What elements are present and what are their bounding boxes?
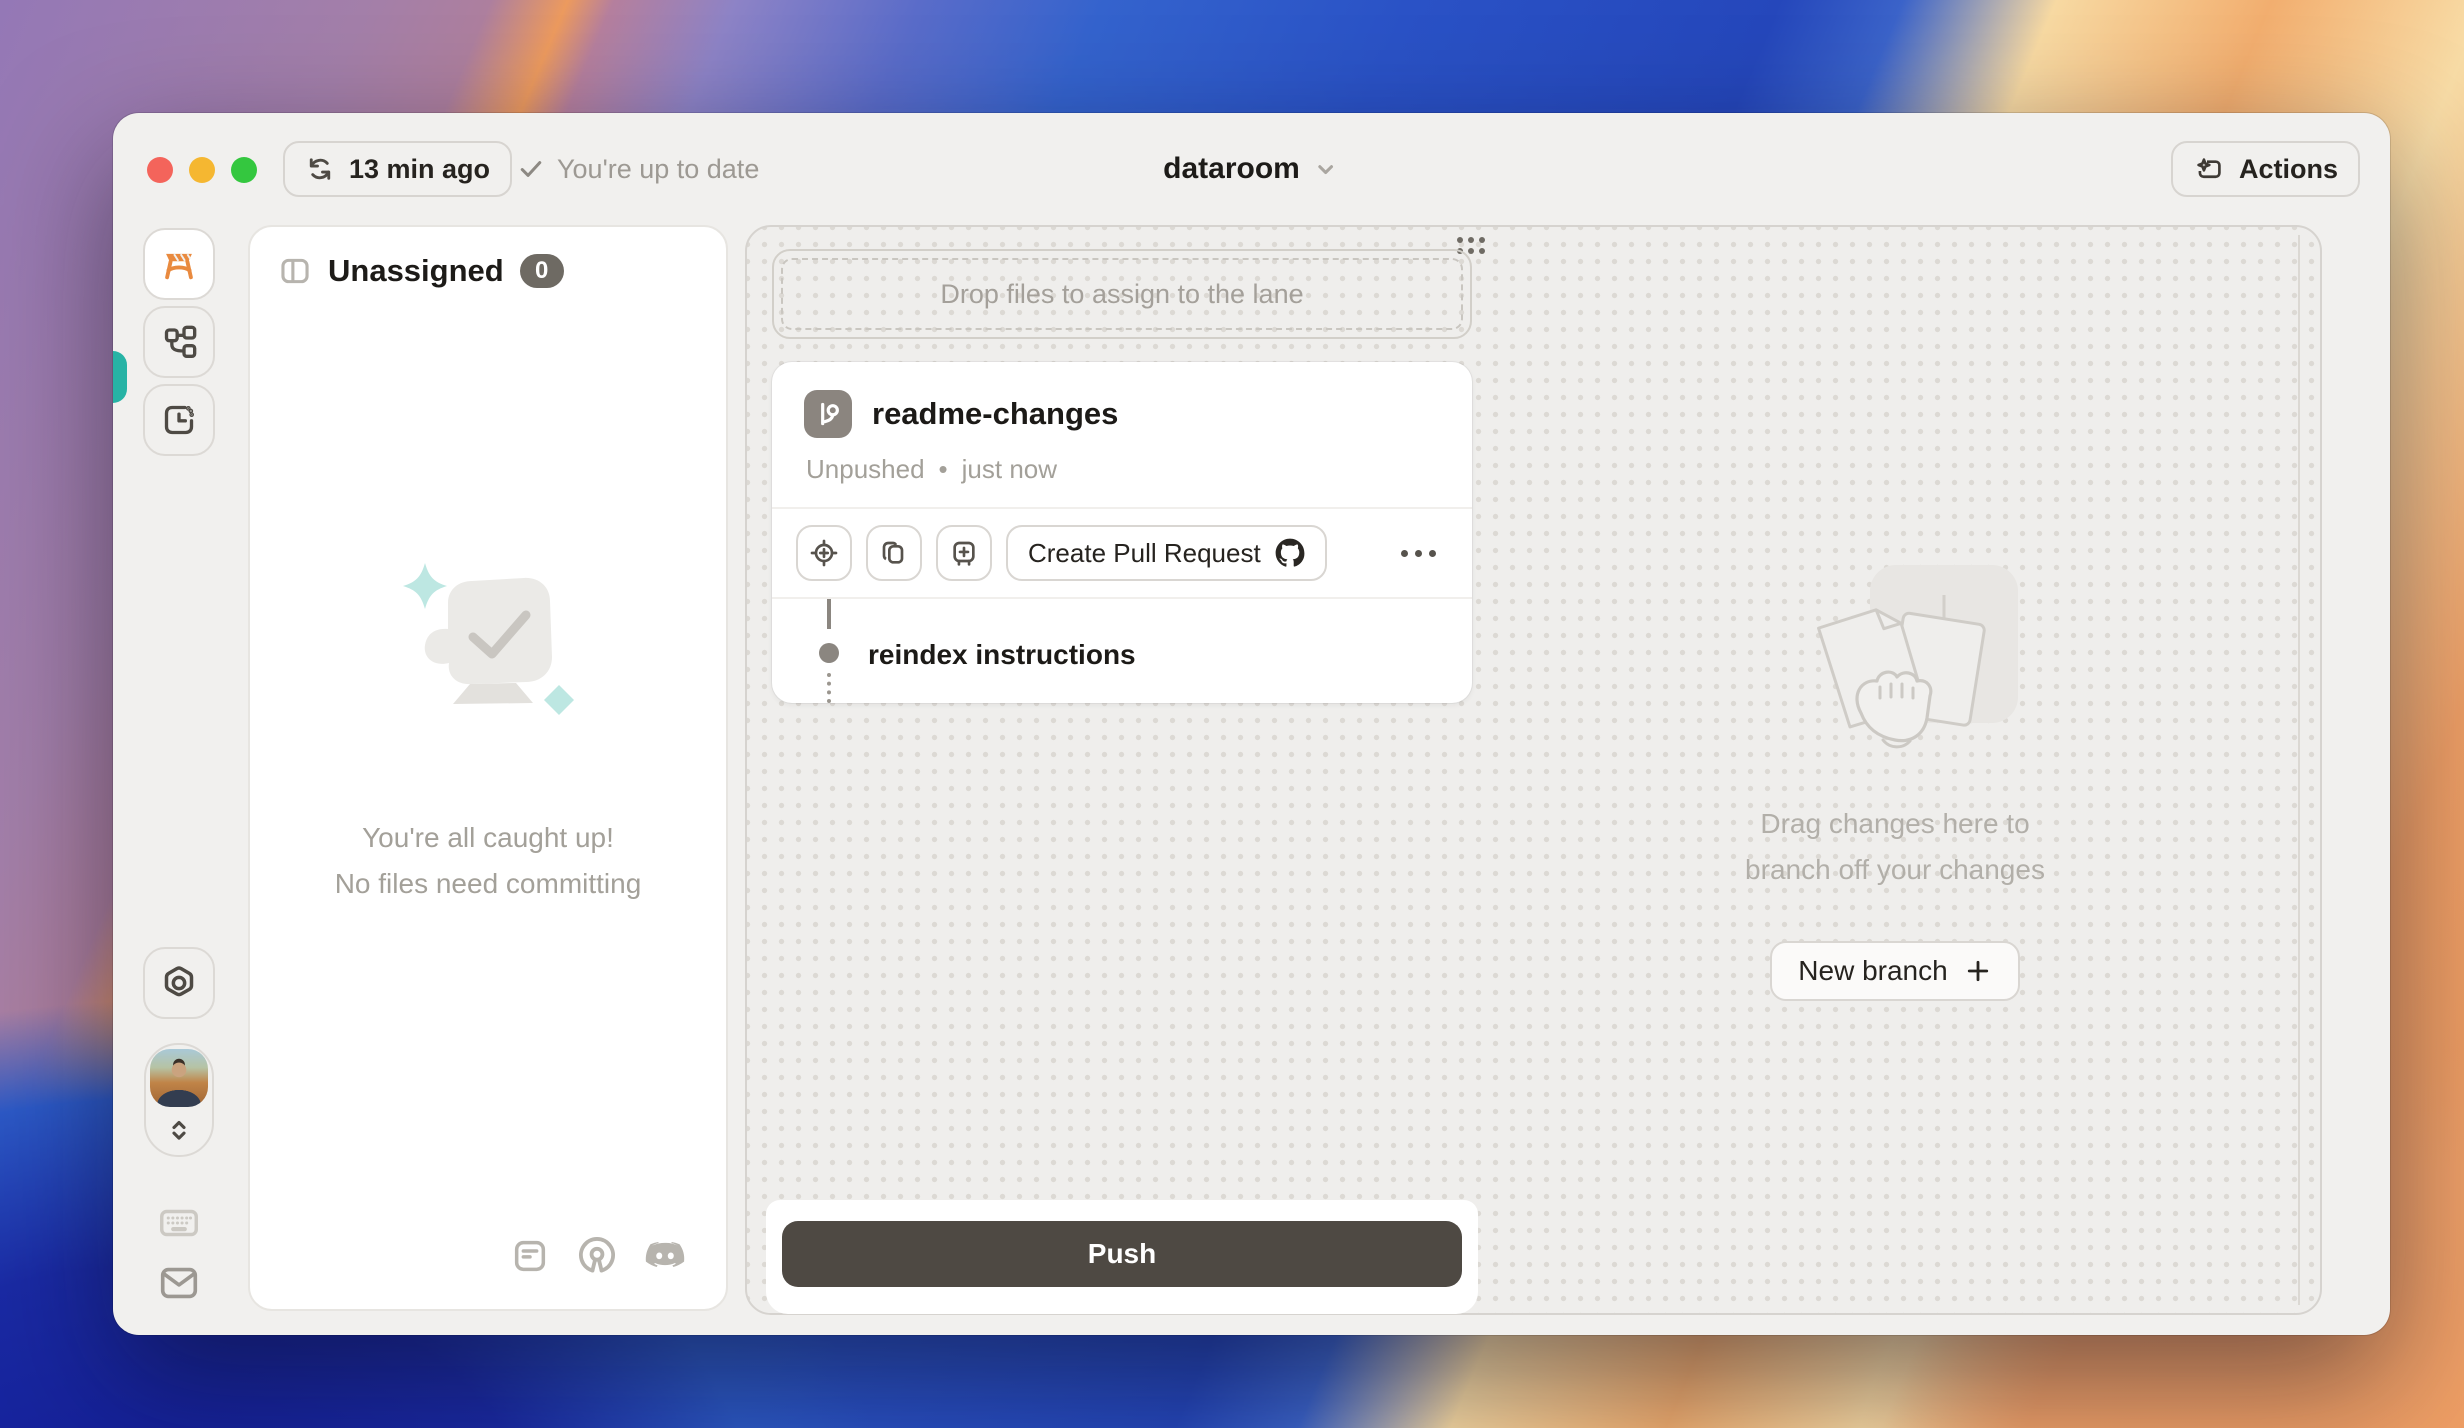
minimize-window-button[interactable] — [189, 157, 215, 183]
actions-sparkle-icon — [2193, 153, 2225, 185]
mail-icon — [156, 1260, 202, 1306]
shortcuts-button[interactable] — [143, 1200, 215, 1246]
drag-changes-hint: Drag changes here to branch off your cha… — [1745, 801, 2045, 893]
commit-dot — [819, 643, 839, 663]
unassigned-panel: Unassigned 0 You're all caught up! No fi… — [248, 225, 728, 1311]
create-pull-request-button[interactable]: Create Pull Request — [1006, 525, 1327, 581]
github-icon — [1275, 538, 1305, 568]
gitbutler-window: 13 min ago You're up to date dataroom — [113, 113, 2390, 1335]
branch-meta: Unpushed • just now — [806, 454, 1440, 485]
traffic-lights — [147, 157, 257, 183]
create-pr-label: Create Pull Request — [1028, 538, 1261, 569]
project-selector[interactable]: dataroom — [1163, 141, 1340, 197]
push-label: Push — [1088, 1238, 1156, 1270]
gitbutler-stool-icon — [158, 243, 200, 285]
chevron-up-down-icon — [146, 1115, 212, 1145]
gear-icon — [159, 963, 199, 1003]
panel-footer-links — [510, 1235, 686, 1277]
unassigned-header: Unassigned 0 — [250, 227, 726, 315]
sync-status: You're up to date — [517, 141, 759, 197]
sync-button[interactable]: 13 min ago — [283, 141, 512, 197]
caught-up-illustration — [373, 549, 603, 789]
empty-state-line2: No files need committing — [335, 861, 642, 907]
branch-toolbar: Create Pull Request — [772, 507, 1472, 597]
branch-icon — [804, 390, 852, 438]
workspace-indicator-notch — [113, 351, 127, 403]
settings-button[interactable] — [143, 947, 215, 1019]
status-label: You're up to date — [557, 154, 759, 185]
lane-resize-divider[interactable] — [2298, 235, 2300, 1305]
branch-status: Unpushed — [806, 454, 925, 485]
commit-graph-line — [827, 599, 831, 629]
add-dependent-branch-button[interactable] — [936, 525, 992, 581]
branch-header[interactable]: readme-changes — [804, 390, 1440, 438]
content-area: Unassigned 0 You're all caught up! No fi… — [113, 225, 2390, 1335]
drop-hint-label: Drop files to assign to the lane — [940, 279, 1303, 310]
sync-icon — [305, 154, 335, 184]
history-icon — [159, 400, 199, 440]
branch-card: readme-changes Unpushed • just now — [772, 362, 1472, 703]
history-tab-button[interactable] — [143, 384, 215, 456]
branches-icon — [159, 322, 199, 362]
unassigned-count-badge: 0 — [520, 254, 564, 288]
unassigned-title: Unassigned — [328, 253, 504, 289]
commit-message: reindex instructions — [868, 639, 1136, 671]
push-button[interactable]: Push — [782, 1221, 1462, 1287]
new-branch-label: New branch — [1798, 955, 1947, 987]
commit-graph-dotted-line — [827, 673, 831, 703]
actions-button[interactable]: Actions — [2171, 141, 2360, 197]
new-branch-button[interactable]: New branch — [1770, 941, 2019, 1001]
branch-name: readme-changes — [872, 396, 1118, 432]
drag-changes-illustration — [1745, 563, 2045, 773]
account-switcher[interactable] — [144, 1043, 214, 1157]
sync-label: 13 min ago — [349, 154, 490, 185]
close-window-button[interactable] — [147, 157, 173, 183]
commit-list[interactable]: reindex instructions — [772, 597, 1472, 703]
discord-icon[interactable] — [644, 1235, 686, 1277]
new-branch-drop-area: Drag changes here to branch off your cha… — [1492, 227, 2298, 1313]
caught-up-empty-state: You're all caught up! No files need comm… — [250, 549, 726, 907]
workspace-tab-button[interactable] — [143, 228, 215, 300]
workspace-canvas: Drop files to assign to the lane — [745, 225, 2322, 1315]
open-source-icon[interactable] — [576, 1235, 618, 1277]
user-avatar[interactable] — [150, 1049, 208, 1107]
changelog-icon[interactable] — [510, 1236, 550, 1276]
feedback-button[interactable] — [143, 1260, 215, 1306]
branches-tab-button[interactable] — [143, 306, 215, 378]
branch-time: just now — [962, 454, 1057, 485]
chevron-down-icon — [1312, 155, 1340, 183]
left-rail — [113, 225, 248, 1335]
copy-branch-button[interactable] — [866, 525, 922, 581]
commit-button[interactable] — [796, 525, 852, 581]
keyboard-icon — [156, 1200, 202, 1246]
split-panel-icon — [278, 254, 312, 288]
check-icon — [517, 155, 545, 183]
plus-icon — [1964, 957, 1992, 985]
lane-footer: Push — [766, 1200, 1478, 1314]
hint-line1: Drag changes here to — [1745, 801, 2045, 847]
actions-label: Actions — [2239, 154, 2338, 185]
empty-state-line1: You're all caught up! — [335, 815, 642, 861]
zoom-window-button[interactable] — [231, 157, 257, 183]
project-title: dataroom — [1163, 152, 1300, 186]
titlebar: 13 min ago You're up to date dataroom — [113, 113, 2390, 225]
file-drop-zone[interactable]: Drop files to assign to the lane — [772, 249, 1472, 339]
more-options-button[interactable] — [1401, 550, 1436, 557]
meta-separator: • — [939, 454, 948, 485]
hint-line2: branch off your changes — [1745, 847, 2045, 893]
